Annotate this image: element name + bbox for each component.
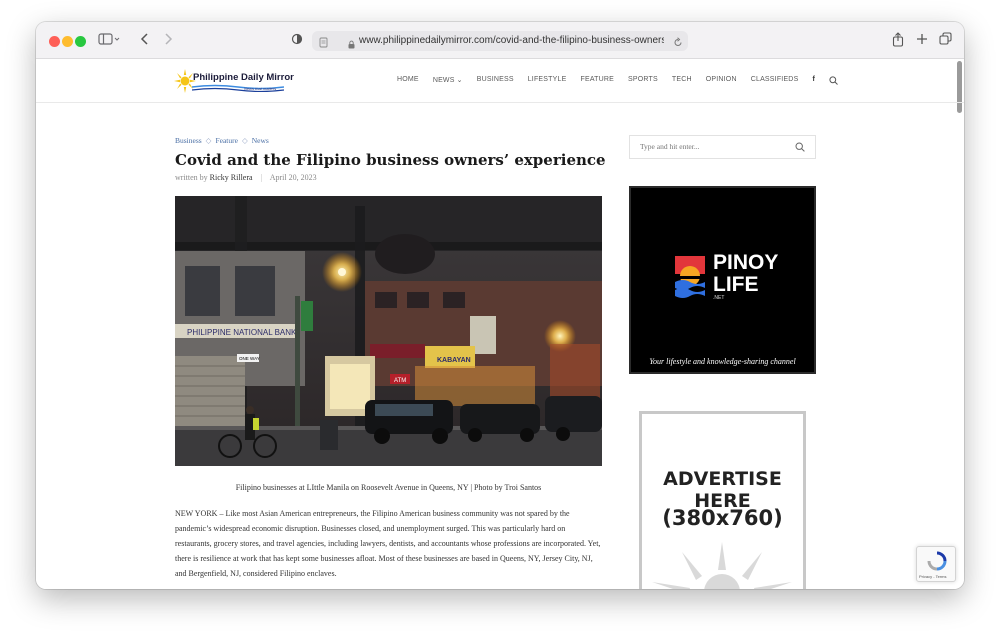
search-icon[interactable]: [795, 142, 805, 152]
browser-toolbar: www.philippinedailymirror.com/covid-and-…: [36, 22, 964, 59]
site-header: Philippine Daily Mirror News that matter…: [36, 59, 964, 103]
privacy-shield-icon[interactable]: [291, 32, 303, 48]
meta-divider: |: [260, 173, 263, 182]
page-icon: [319, 35, 328, 53]
article-hero-image: PHILIPPINE NATIONAL BANK ONE WAY KABAYAN…: [175, 196, 602, 466]
minimize-window-button[interactable]: [62, 36, 73, 47]
zoom-window-button[interactable]: [75, 36, 86, 47]
nav-news-label: NEWS: [432, 77, 455, 84]
nav-opinion[interactable]: OPINION: [706, 76, 737, 88]
facebook-icon[interactable]: f: [812, 76, 815, 88]
pinoy-life-logo-icon: [675, 256, 705, 298]
nav-home[interactable]: HOME: [397, 76, 419, 88]
search-icon[interactable]: [829, 76, 838, 88]
advertise-here-banner[interactable]: ADVERTISE HERE (380x760): [639, 411, 806, 589]
photo-sign-oneway: ONE WAY: [239, 356, 260, 361]
separator-icon: ◇: [241, 136, 248, 145]
photo-sign-bank: PHILIPPINE NATIONAL BANK: [187, 328, 297, 337]
url-text: www.philippinedailymirror.com/covid-and-…: [359, 35, 664, 46]
logo-tagline: News that matters: [244, 86, 277, 91]
browser-window: www.philippinedailymirror.com/covid-and-…: [36, 22, 964, 589]
article-date: April 20, 2023: [269, 173, 317, 182]
separator-icon: ◇: [205, 136, 212, 145]
nav-business[interactable]: BUSINESS: [477, 76, 514, 88]
logo-text: Philippine Daily Mirror: [193, 72, 294, 83]
forward-icon[interactable]: [163, 32, 173, 48]
article-body: NEW YORK – Like most Asian American entr…: [175, 509, 601, 578]
share-icon[interactable]: [892, 32, 904, 48]
article-meta: written by Ricky Rillera | April 20, 202…: [175, 173, 317, 182]
photo-sign-kabayan: KABAYAN: [437, 357, 471, 364]
category-feature[interactable]: Feature: [215, 136, 238, 145]
image-caption: Filipino businesses at LIttle Manila on …: [235, 483, 542, 492]
recaptcha-icon: [927, 551, 947, 571]
street-photo: PHILIPPINE NATIONAL BANK ONE WAY KABAYAN…: [175, 196, 602, 466]
tab-overview-icon[interactable]: [939, 32, 952, 48]
article-title: Covid and the Filipino business owners’ …: [175, 151, 606, 169]
pinoy-net: .NET: [713, 295, 725, 301]
recaptcha-links[interactable]: Privacy - Terms: [919, 574, 946, 579]
category-news[interactable]: News: [252, 136, 269, 145]
close-window-button[interactable]: [49, 36, 60, 47]
main-nav: HOME NEWS ⌄ BUSINESS LIFESTYLE FEATURE SP…: [397, 76, 852, 88]
back-icon[interactable]: [140, 32, 150, 48]
web-page: Philippine Daily Mirror News that matter…: [36, 59, 964, 589]
lock-icon: [348, 36, 355, 54]
category-links: Business ◇ Feature ◇ News: [175, 136, 269, 145]
address-bar[interactable]: www.philippinedailymirror.com/covid-and-…: [312, 31, 688, 51]
nav-classifieds[interactable]: CLASSIFIEDS: [751, 76, 799, 88]
nav-tech[interactable]: TECH: [672, 76, 692, 88]
nav-lifestyle[interactable]: LIFESTYLE: [528, 76, 567, 88]
nav-feature[interactable]: FEATURE: [580, 76, 614, 88]
reload-icon[interactable]: [673, 35, 683, 53]
chevron-down-icon: ⌄: [456, 77, 463, 84]
sun-watermark-icon: [652, 542, 792, 589]
author-link[interactable]: Ricky Rillera: [210, 173, 253, 182]
category-business[interactable]: Business: [175, 136, 202, 145]
nav-sports[interactable]: SPORTS: [628, 76, 658, 88]
new-tab-icon[interactable]: [916, 32, 928, 48]
sidebar-toggle-icon[interactable]: [98, 32, 120, 48]
pinoy-line2: LIFE: [713, 273, 759, 296]
nav-news[interactable]: NEWS ⌄: [433, 76, 463, 88]
site-logo[interactable]: Philippine Daily Mirror News that matter…: [174, 67, 294, 95]
pinoy-life-ad[interactable]: PINOY LIFE .NET Your lifestyle and knowl…: [629, 186, 816, 374]
pinoy-life-wordmark: PINOY LIFE: [713, 252, 778, 296]
written-by-label: written by: [175, 173, 208, 182]
sidebar-search: [629, 135, 816, 159]
pinoy-tagline: Your lifestyle and knowledge-sharing cha…: [649, 357, 796, 366]
recaptcha-badge[interactable]: Privacy - Terms: [916, 546, 956, 582]
pinoy-line1: PINOY: [713, 251, 779, 274]
search-input[interactable]: [640, 142, 790, 151]
photo-sign-atm: ATM: [394, 378, 406, 384]
ad-size: (380x760): [662, 506, 783, 530]
